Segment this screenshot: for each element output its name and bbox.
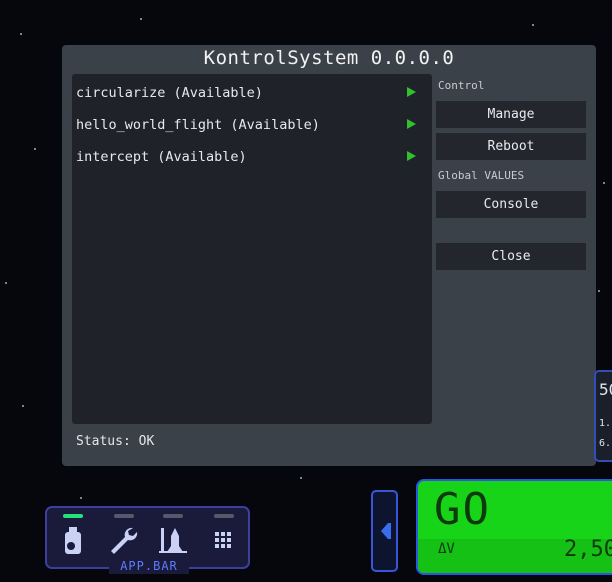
window-title[interactable]: KontrolSystem 0.0.0.0 (62, 47, 596, 69)
active-indicator (63, 514, 83, 518)
kontrol-system-window: KontrolSystem 0.0.0.0 circularize (Avail… (62, 45, 596, 466)
script-item-hello-world-flight[interactable]: hello_world_flight (Available) (76, 114, 422, 136)
star (300, 477, 302, 479)
edge-readout: 1. (599, 418, 612, 429)
wrench-icon[interactable] (107, 524, 139, 556)
flight-info-widget: 50 1. 6. (594, 370, 612, 462)
manage-button[interactable]: Manage (436, 101, 586, 128)
delta-v-row: ΔV 2,50 (418, 537, 612, 573)
script-item-label: intercept (Available) (76, 149, 247, 165)
collapse-toggle-button[interactable] (371, 490, 398, 572)
star (20, 33, 22, 35)
script-item-label: circularize (Available) (76, 85, 263, 101)
app-bar-label: APP.BAR (109, 558, 189, 574)
star (598, 290, 600, 292)
star (532, 24, 534, 26)
vessel-assembly-icon[interactable] (157, 524, 189, 556)
slot-indicator (114, 514, 134, 518)
slot-indicator (214, 514, 234, 518)
status-text: Status: OK (76, 434, 155, 449)
go-label: GO (434, 484, 491, 535)
global-values-label: Global VALUES (438, 169, 525, 182)
edge-readout: 50 (599, 380, 612, 399)
script-item-intercept[interactable]: intercept (Available) (76, 146, 422, 168)
grid-icon[interactable] (207, 524, 239, 556)
close-button[interactable]: Close (436, 243, 586, 270)
star (22, 405, 24, 407)
play-icon[interactable] (407, 87, 416, 97)
console-button[interactable]: Console (436, 191, 586, 218)
app-bar: APP.BAR (45, 506, 250, 574)
delta-v-label: ΔV (438, 541, 455, 557)
star (34, 148, 36, 150)
slot-indicator (163, 514, 183, 518)
script-list: circularize (Available) hello_world_flig… (72, 74, 432, 424)
play-icon[interactable] (407, 119, 416, 129)
go-status-panel: GO ΔV 2,50 (416, 479, 612, 575)
chevron-left-icon (381, 523, 391, 539)
star (603, 182, 605, 184)
delta-v-value: 2,50 (564, 537, 612, 562)
control-section-label: Control (438, 79, 485, 92)
script-item-circularize[interactable]: circularize (Available) (76, 82, 422, 104)
reboot-button[interactable]: Reboot (436, 133, 586, 160)
fuel-tank-icon[interactable] (57, 524, 89, 556)
script-item-label: hello_world_flight (Available) (76, 117, 320, 133)
star (140, 18, 142, 20)
play-icon[interactable] (407, 151, 416, 161)
star (5, 282, 7, 284)
star (80, 497, 82, 499)
edge-readout: 6. (599, 438, 612, 449)
